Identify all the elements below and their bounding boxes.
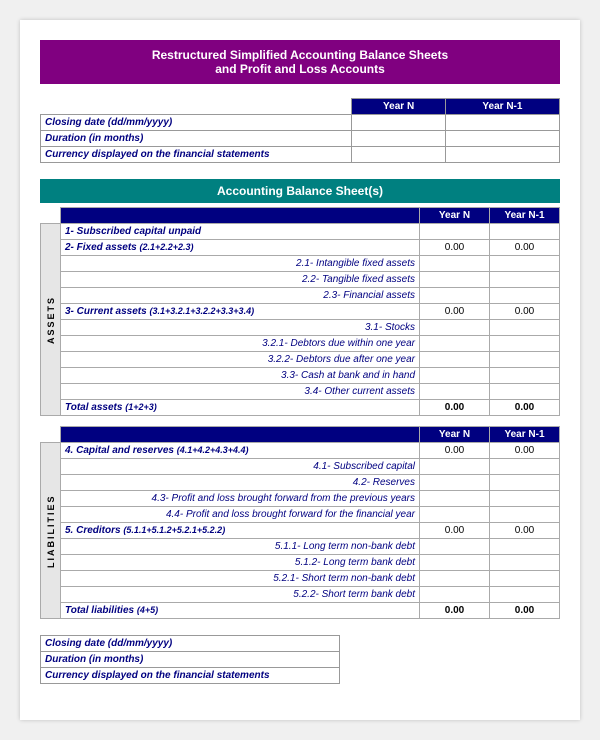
assets-table: Year N Year N-1 ASSETS 1- Subscribed cap… xyxy=(40,207,560,416)
row-lt-nonbank: 5.1.1- Long term non-bank debt xyxy=(61,539,420,555)
liabilities-side-label: LIABILITIES xyxy=(41,443,61,619)
bottom-currency: Currency displayed on the financial stat… xyxy=(41,668,340,684)
row-total-liab: Total liabilities (4+5) xyxy=(61,603,420,619)
assets-year-n1-header: Year N-1 xyxy=(490,208,560,224)
row-debtors-after: 3.2.2- Debtors due after one year xyxy=(61,352,420,368)
row-reserves: 4.2- Reserves xyxy=(61,475,420,491)
row-subscribed-capital: 4.1- Subscribed capital xyxy=(61,459,420,475)
assets-side-label: ASSETS xyxy=(41,224,61,416)
assets-label-empty xyxy=(61,208,420,224)
bottom-duration: Duration (in months) xyxy=(41,652,340,668)
liab-year-n-header: Year N xyxy=(420,427,490,443)
row-intangible: 2.1- Intangible fixed assets xyxy=(61,256,420,272)
assets-year-n-header: Year N xyxy=(420,208,490,224)
row-creditors: 5. Creditors (5.1.1+5.1.2+5.2.1+5.2.2) xyxy=(61,523,420,539)
row-current-assets: 3- Current assets (3.1+3.2.1+3.2.2+3.3+3… xyxy=(61,304,420,320)
bottom-info-table: Closing date (dd/mm/yyyy) Duration (in m… xyxy=(40,635,340,684)
row-capital-reserves: 4. Capital and reserves (4.1+4.2+4.3+4.4… xyxy=(61,443,420,459)
row-st-bank: 5.2.2- Short term bank debt xyxy=(61,587,420,603)
duration-label: Duration (in months) xyxy=(41,131,352,147)
row-pnl-financial: 4.4- Profit and loss brought forward for… xyxy=(61,507,420,523)
currency-label: Currency displayed on the financial stat… xyxy=(41,147,352,163)
closing-date-label: Closing date (dd/mm/yyyy) xyxy=(41,115,352,131)
row-subscribed-unpaid: 1- Subscribed capital unpaid xyxy=(61,224,420,240)
liab-label-empty xyxy=(61,427,420,443)
row-other-current: 3.4- Other current assets xyxy=(61,384,420,400)
row-pnl-prev: 4.3- Profit and loss brought forward fro… xyxy=(61,491,420,507)
row-tangible: 2.2- Tangible fixed assets xyxy=(61,272,420,288)
balance-sheet-header: Accounting Balance Sheet(s) xyxy=(40,179,560,203)
page: Restructured Simplified Accounting Balan… xyxy=(20,20,580,720)
row-total-assets: Total assets (1+2+3) xyxy=(61,400,420,416)
year-n-header-top: Year N xyxy=(352,99,445,115)
year-n1-header-top: Year N-1 xyxy=(445,99,559,115)
page-title: Restructured Simplified Accounting Balan… xyxy=(40,40,560,84)
row-st-nonbank: 5.2.1- Short term non-bank debt xyxy=(61,571,420,587)
bottom-closing-date: Closing date (dd/mm/yyyy) xyxy=(41,636,340,652)
row-debtors-within: 3.2.1- Debtors due within one year xyxy=(61,336,420,352)
row-financial-assets: 2.3- Financial assets xyxy=(61,288,420,304)
row-stocks: 3.1- Stocks xyxy=(61,320,420,336)
row-cash: 3.3- Cash at bank and in hand xyxy=(61,368,420,384)
row-fixed-assets: 2- Fixed assets (2.1+2.2+2.3) xyxy=(61,240,420,256)
liab-year-n1-header: Year N-1 xyxy=(490,427,560,443)
top-info-table: Year N Year N-1 Closing date (dd/mm/yyyy… xyxy=(40,98,560,163)
liabilities-table: Year N Year N-1 LIABILITIES 4. Capital a… xyxy=(40,426,560,619)
row-lt-bank: 5.1.2- Long term bank debt xyxy=(61,555,420,571)
